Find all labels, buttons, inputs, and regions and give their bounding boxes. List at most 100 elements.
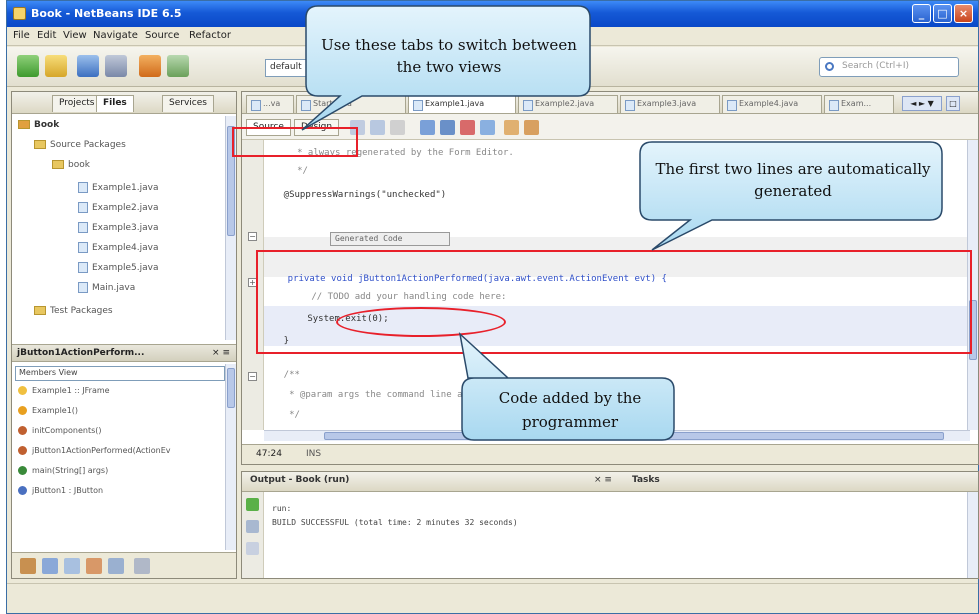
- find-previous-icon[interactable]: [440, 120, 455, 135]
- member-item[interactable]: initComponents(): [18, 426, 102, 435]
- method-icon: [18, 446, 27, 455]
- save-all-icon[interactable]: [105, 55, 127, 77]
- menu-file[interactable]: File: [13, 30, 30, 41]
- editor-tab-bar: ...va Start.java Example1.java Example2.…: [242, 92, 978, 114]
- code-line[interactable]: @SuppressWarnings("unchecked"): [262, 190, 447, 200]
- java-file-icon: [78, 242, 88, 253]
- generated-code-fold[interactable]: Generated Code: [330, 232, 450, 246]
- history-icon[interactable]: [390, 120, 405, 135]
- scroll-thumb[interactable]: [227, 368, 235, 408]
- menu-edit[interactable]: Edit: [37, 30, 56, 41]
- redo-icon[interactable]: [167, 55, 189, 77]
- maximize-button[interactable]: □: [933, 4, 952, 23]
- navigator-title: jButton1ActionPerform...: [17, 348, 145, 358]
- java-file-icon: [78, 222, 88, 233]
- tree-item-source-packages[interactable]: Source Packages: [34, 140, 126, 150]
- menu-refactor[interactable]: Refactor: [189, 30, 231, 41]
- window-title: Book - NetBeans IDE 6.5: [31, 7, 182, 20]
- output-line: run:: [272, 504, 292, 513]
- project-icon: [18, 120, 30, 129]
- minimize-button[interactable]: _: [912, 4, 931, 23]
- tasks-tab[interactable]: Tasks: [632, 475, 660, 485]
- method-icon: [18, 426, 27, 435]
- toggle-bookmark-icon[interactable]: [460, 120, 475, 135]
- tabs-highlight-box: [232, 127, 358, 157]
- output-panel: Output - Book (run) × ≡ Tasks run: BUILD…: [241, 471, 979, 579]
- close-button[interactable]: ×: [954, 4, 973, 23]
- navigator-header: jButton1ActionPerform... × ≡: [12, 344, 236, 362]
- stop-icon[interactable]: [246, 520, 259, 533]
- rerun-icon[interactable]: [246, 498, 259, 511]
- tree-item-test-packages[interactable]: Test Packages: [34, 306, 113, 316]
- find-icon[interactable]: [420, 120, 435, 135]
- code-line[interactable]: * @param args the command line arguments: [262, 390, 506, 400]
- new-file-icon[interactable]: [45, 55, 67, 77]
- forward-icon[interactable]: [370, 120, 385, 135]
- menu-navigate[interactable]: Navigate: [93, 30, 138, 41]
- tree-item-file[interactable]: Example2.java: [78, 202, 159, 213]
- fold-icon[interactable]: −: [248, 372, 257, 381]
- member-item[interactable]: jButton1 : JButton: [18, 486, 103, 495]
- output-tab[interactable]: Output - Book (run): [250, 475, 349, 485]
- tree-item-file[interactable]: Example1.java: [78, 182, 159, 193]
- project-tree: Book Source Packages book Example1.java …: [12, 116, 226, 344]
- tree-item-package[interactable]: book: [52, 160, 90, 170]
- editor-tab[interactable]: ...va: [246, 95, 294, 113]
- inherited-icon[interactable]: [134, 558, 150, 574]
- tree-item-file[interactable]: Example4.java: [78, 242, 159, 253]
- code-line[interactable]: */: [270, 166, 308, 176]
- filter-static-icon[interactable]: [64, 558, 80, 574]
- menu-view[interactable]: View: [63, 30, 87, 41]
- tab-services[interactable]: Services: [162, 95, 214, 112]
- search-input[interactable]: Search (Ctrl+I): [819, 57, 959, 77]
- member-item[interactable]: Example1(): [18, 406, 78, 415]
- tree-item-project[interactable]: Book: [18, 120, 59, 130]
- projects-tab-bar: Projects Files Services: [12, 92, 236, 114]
- tree-item-file[interactable]: Main.java: [78, 282, 135, 293]
- editor-tab[interactable]: Example4.java: [722, 95, 822, 113]
- tab-scroll-buttons[interactable]: ◄ ► ▼: [902, 96, 942, 111]
- editor-tab-active[interactable]: Example1.java: [408, 95, 516, 113]
- editor-tab[interactable]: Exam...: [824, 95, 894, 113]
- package-icon: [52, 160, 64, 169]
- editor-tab[interactable]: Example3.java: [620, 95, 720, 113]
- member-item[interactable]: jButton1ActionPerformed(ActionEv: [18, 446, 171, 455]
- filter-nonpublic-icon[interactable]: [86, 558, 102, 574]
- output-line: BUILD SUCCESSFUL (total time: 2 minutes …: [272, 518, 518, 527]
- folder-icon: [34, 306, 46, 315]
- navigator-close-icon[interactable]: × ≡: [212, 348, 230, 358]
- sort-icon[interactable]: [108, 558, 124, 574]
- code-line[interactable]: /**: [262, 370, 300, 380]
- filter-fields-icon[interactable]: [42, 558, 58, 574]
- output-close-icon[interactable]: × ≡: [594, 475, 612, 485]
- members-view-combo[interactable]: Members View: [15, 366, 225, 381]
- shift-right-icon[interactable]: [524, 120, 539, 135]
- tree-item-file[interactable]: Example3.java: [78, 222, 159, 233]
- tree-item-file[interactable]: Example5.java: [78, 262, 159, 273]
- filter-icon[interactable]: [20, 558, 36, 574]
- code-line[interactable]: */: [262, 410, 300, 420]
- search-placeholder: Search (Ctrl+I): [842, 61, 910, 71]
- member-item[interactable]: main(String[] args): [18, 466, 108, 475]
- open-project-icon[interactable]: [77, 55, 99, 77]
- tab-projects[interactable]: Projects: [52, 95, 102, 112]
- menu-source[interactable]: Source: [145, 30, 179, 41]
- tab-files[interactable]: Files: [96, 95, 134, 112]
- status-bar: [7, 583, 978, 613]
- output-scrollbar[interactable]: [967, 492, 978, 578]
- netbeans-app-icon: [13, 7, 26, 20]
- undo-icon[interactable]: [139, 55, 161, 77]
- insert-mode: INS: [306, 449, 322, 459]
- added-code-ellipse: [336, 307, 506, 337]
- next-bookmark-icon[interactable]: [480, 120, 495, 135]
- new-project-icon[interactable]: [17, 55, 39, 77]
- navigator-scrollbar[interactable]: [225, 364, 236, 550]
- editor-tab[interactable]: Start.java: [296, 95, 406, 113]
- fold-icon[interactable]: −: [248, 232, 257, 241]
- java-file-icon: [78, 202, 88, 213]
- member-item[interactable]: Example1 :: JFrame: [18, 386, 110, 395]
- shift-left-icon[interactable]: [504, 120, 519, 135]
- editor-tab[interactable]: Example2.java: [518, 95, 618, 113]
- clear-icon[interactable]: [246, 542, 259, 555]
- maximize-editor-button[interactable]: □: [946, 96, 960, 111]
